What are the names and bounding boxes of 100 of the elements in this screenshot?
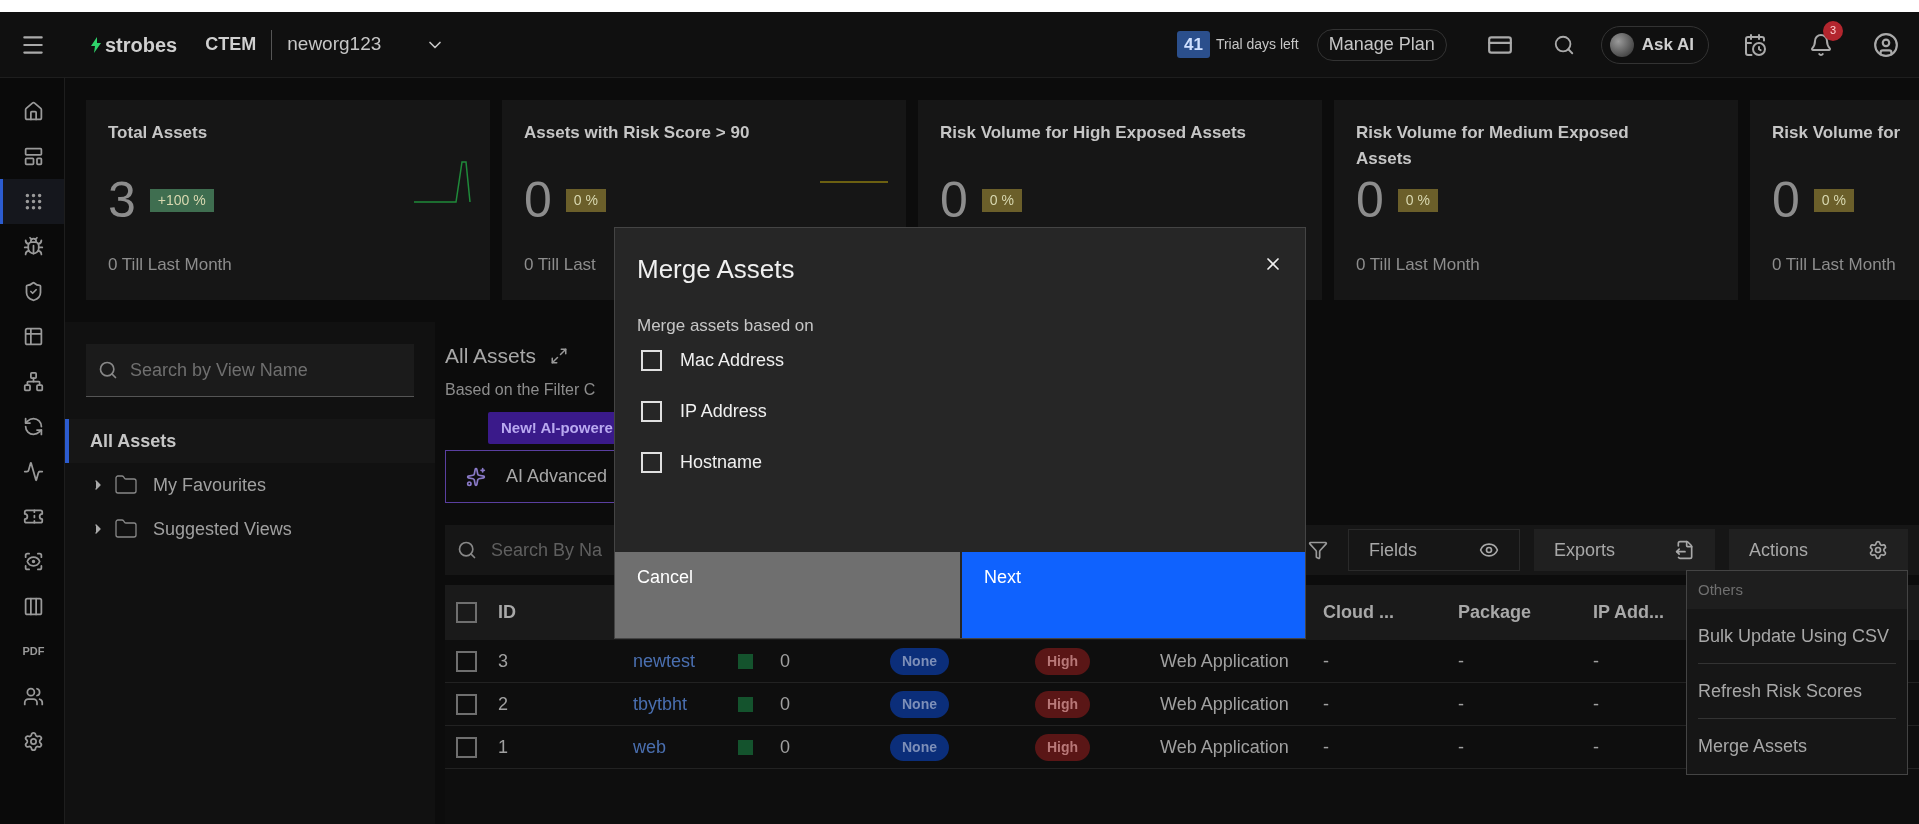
bell-icon[interactable] <box>1809 32 1833 57</box>
nav-icon <box>23 596 44 617</box>
table-cell-text: - <box>1323 692 1330 716</box>
bolt-icon <box>90 36 102 53</box>
row-checkbox[interactable] <box>456 693 477 715</box>
table-cell-text: 0 <box>779 692 791 716</box>
folder-icon <box>114 517 138 541</box>
table-cell-text: - <box>1458 735 1465 759</box>
risk-pill: High <box>1035 690 1091 718</box>
nav-icon <box>23 281 44 302</box>
filter-icon[interactable] <box>1307 540 1328 560</box>
status-square <box>738 739 753 755</box>
fields-button[interactable]: Fields <box>1347 529 1520 571</box>
folder-item[interactable]: Suggested Views <box>65 507 435 551</box>
checkbox-label: Mac Address <box>680 348 785 372</box>
exports-button[interactable]: Exports <box>1533 529 1715 571</box>
table-cell-text: - <box>1593 649 1600 673</box>
page-title: All Assets <box>445 343 537 369</box>
card-title: Risk Volume for <box>1772 122 1902 144</box>
card-footer: 0 Till Last <box>524 252 596 278</box>
view-search-field[interactable]: Search by View Name <box>86 344 414 397</box>
table-cell-text: 3 <box>498 649 509 673</box>
select-all-checkbox[interactable] <box>456 602 477 623</box>
checkbox[interactable] <box>641 349 662 371</box>
card-value: 0 <box>1772 171 1800 230</box>
nav-icon <box>23 551 44 572</box>
sparkle-icon <box>466 466 486 487</box>
change-badge: 0 % <box>1813 188 1854 212</box>
column-header[interactable]: Package <box>1458 599 1593 626</box>
change-badge: 0 % <box>981 188 1022 212</box>
checkbox[interactable] <box>641 451 662 473</box>
card-value: 0 <box>524 171 552 230</box>
calendar-icon[interactable] <box>1743 32 1767 57</box>
product-name: CTEM <box>205 33 257 56</box>
checkbox[interactable] <box>641 400 662 422</box>
gear-icon <box>1868 540 1888 560</box>
card-title: Total Assets <box>108 122 209 144</box>
sidebar-item[interactable] <box>0 179 64 224</box>
asset-link[interactable]: tbytbht <box>633 690 688 718</box>
table-cell-text: - <box>1593 692 1600 716</box>
orb-icon <box>1609 32 1634 57</box>
folder-icon <box>114 473 138 497</box>
table-cell-text: 2 <box>498 692 509 716</box>
change-badge: +100 % <box>149 188 214 212</box>
row-checkbox[interactable] <box>456 650 477 672</box>
table-cell-text: Web Application <box>1160 735 1290 759</box>
status-square <box>738 696 753 712</box>
asset-link[interactable]: newtest <box>633 647 696 675</box>
dialog-title: Merge Assets <box>637 253 795 286</box>
card-footer: 0 Till Last Month <box>108 252 232 278</box>
card-title: Risk Volume for High Exposed Assets <box>940 122 1248 144</box>
menu-item[interactable]: Bulk Update Using CSV <box>1698 609 1896 664</box>
search-icon <box>98 360 118 380</box>
change-badge: 0 % <box>1397 188 1438 212</box>
nav-icon <box>23 371 44 392</box>
table-cell-text: Web Application <box>1160 692 1290 716</box>
brand-logo: strobes <box>105 32 178 58</box>
view-item[interactable]: All Assets <box>65 419 435 463</box>
search-icon[interactable] <box>1552 33 1575 56</box>
nav-icon <box>23 101 44 122</box>
actions-button[interactable]: Actions <box>1728 529 1908 571</box>
severity-pill: None <box>890 690 949 718</box>
expand-icon[interactable] <box>550 346 569 365</box>
table-cell-text: 0 <box>779 649 791 673</box>
search-icon <box>457 540 477 560</box>
nav-icon <box>23 731 44 752</box>
card-value: 0 <box>940 171 968 230</box>
table-cell-text: 0 <box>779 735 791 759</box>
card-footer: 0 Till Last Month <box>1772 252 1896 278</box>
row-checkbox[interactable] <box>456 736 477 758</box>
eye-icon <box>1478 540 1499 560</box>
card-title: Risk Volume for Medium Exposed Assets <box>1356 122 1630 170</box>
change-badge: 0 % <box>565 188 606 212</box>
next-button[interactable]: Next <box>962 552 1305 638</box>
status-square <box>738 653 753 669</box>
org-selector[interactable]: neworg123 <box>287 30 446 59</box>
asset-link[interactable]: web <box>633 733 667 761</box>
menu-item[interactable]: Refresh Risk Scores <box>1698 664 1896 719</box>
risk-pill: High <box>1035 733 1091 761</box>
menu-item[interactable]: Merge Assets <box>1698 719 1896 774</box>
table-cell-text: - <box>1323 735 1330 759</box>
sidebar-item[interactable]: PDF <box>0 629 64 674</box>
notification-badge: 3 <box>1823 20 1843 41</box>
user-icon[interactable] <box>1873 31 1899 58</box>
severity-pill: None <box>890 647 949 675</box>
card-title: Assets with Risk Score > 90 <box>524 122 751 144</box>
table-cell-text: 1 <box>498 735 509 759</box>
page-subtitle: Based on the Filter C <box>445 379 597 400</box>
dialog-label: Merge assets based on <box>637 315 815 337</box>
cancel-button[interactable]: Cancel <box>615 552 960 638</box>
column-header[interactable]: Cloud ... <box>1323 599 1458 626</box>
column-header[interactable]: ID <box>498 599 618 626</box>
card-value: 3 <box>108 171 136 230</box>
table-cell-text: - <box>1593 735 1600 759</box>
table-cell-text: - <box>1458 649 1465 673</box>
folder-item[interactable]: My Favourites <box>65 463 435 507</box>
card-value: 0 <box>1356 171 1384 230</box>
menu-section-label: Others <box>1687 571 1907 609</box>
severity-pill: None <box>890 733 949 761</box>
sparkline <box>414 160 472 204</box>
